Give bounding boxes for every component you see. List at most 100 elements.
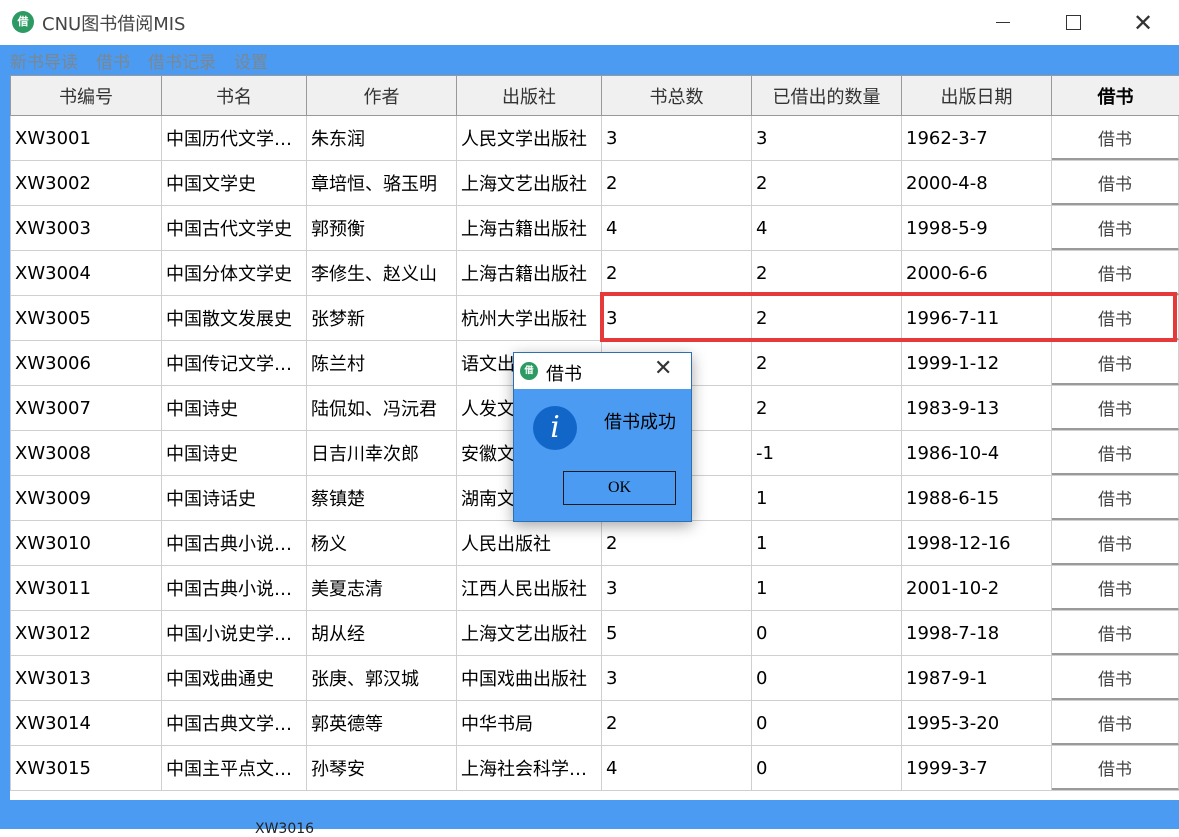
column-header-title[interactable]: 书名 (162, 76, 307, 116)
column-header-borrow[interactable]: 借书 (1052, 76, 1179, 116)
title-cell: 中国散文发展史 (162, 296, 307, 341)
total-cell: 2 (602, 701, 752, 746)
title-cell: 中国小说史学… (162, 611, 307, 656)
title-cell: 中国分体文学史 (162, 251, 307, 296)
table-row[interactable]: XW3012中国小说史学…胡从经上海文艺出版社501998-7-18借书 (11, 611, 1179, 656)
date-cell: 1999-1-12 (902, 341, 1052, 386)
menu-borrow[interactable]: 借书 (96, 48, 130, 73)
borrow-button[interactable]: 借书 (1052, 521, 1179, 565)
menu-bar: 新书导读 借书 借书记录 设置 (0, 45, 1179, 75)
date-cell: 1962-3-7 (902, 116, 1052, 161)
menu-new-books[interactable]: 新书导读 (10, 48, 78, 73)
menu-borrow-records[interactable]: 借书记录 (148, 48, 216, 73)
borrowed-cell: 4 (752, 206, 902, 251)
book-id-cell: XW3006 (11, 341, 162, 386)
borrowed-cell: 0 (752, 656, 902, 701)
borrow-action-cell: 借书 (1052, 656, 1179, 701)
title-cell: 中国古典小说… (162, 566, 307, 611)
bottom-strip (0, 800, 1179, 829)
table-row[interactable]: XW3014中国古典文学…郭英德等中华书局201995-3-20借书 (11, 701, 1179, 746)
borrowed-cell: 2 (752, 386, 902, 431)
window-titlebar: 借 CNU图书借阅MIS ✕ (0, 0, 1179, 45)
author-cell: 胡从经 (307, 611, 457, 656)
borrow-action-cell: 借书 (1052, 341, 1179, 386)
borrow-action-cell: 借书 (1052, 611, 1179, 656)
borrowed-cell: 2 (752, 341, 902, 386)
date-cell: 1998-5-9 (902, 206, 1052, 251)
table-row[interactable]: XW3001中国历代文学…朱东润人民文学出版社331962-3-7借书 (11, 116, 1179, 161)
date-cell: 1995-3-20 (902, 701, 1052, 746)
table-row[interactable]: XW3011中国古典小说…美夏志清江西人民出版社312001-10-2借书 (11, 566, 1179, 611)
table-row[interactable]: XW3002中国文学史章培恒、骆玉明上海文艺出版社222000-4-8借书 (11, 161, 1179, 206)
author-cell: 郭英德等 (307, 701, 457, 746)
table-row[interactable]: XW3015中国主平点文…孙琴安上海社会科学…401999-3-7借书 (11, 746, 1179, 791)
borrow-button[interactable]: 借书 (1052, 341, 1179, 385)
borrow-action-cell: 借书 (1052, 566, 1179, 611)
date-cell: 2001-10-2 (902, 566, 1052, 611)
borrowed-cell: 1 (752, 566, 902, 611)
table-row[interactable]: XW3013中国戏曲通史张庚、郭汉城中国戏曲出版社301987-9-1借书 (11, 656, 1179, 701)
dialog-close-icon[interactable]: ✕ (654, 356, 672, 381)
publisher-cell: 上海古籍出版社 (457, 206, 602, 251)
table-row[interactable]: XW3010中国古典小说…杨义人民出版社211998-12-16借书 (11, 521, 1179, 566)
minimize-button[interactable] (968, 0, 1038, 45)
total-cell: 4 (602, 746, 752, 791)
borrow-action-cell: 借书 (1052, 116, 1179, 161)
borrow-button[interactable]: 借书 (1052, 566, 1179, 610)
author-cell: 张梦新 (307, 296, 457, 341)
menu-settings[interactable]: 设置 (234, 48, 268, 73)
column-header-book-id[interactable]: 书编号 (11, 76, 162, 116)
borrow-button[interactable]: 借书 (1052, 431, 1179, 475)
book-id-cell: XW3009 (11, 476, 162, 521)
column-header-total[interactable]: 书总数 (602, 76, 752, 116)
total-cell: 2 (602, 521, 752, 566)
table-row[interactable]: XW3005中国散文发展史张梦新杭州大学出版社321996-7-11借书 (11, 296, 1179, 341)
borrow-button[interactable]: 借书 (1052, 611, 1179, 655)
table-row[interactable]: XW3003中国古代文学史郭预衡上海古籍出版社441998-5-9借书 (11, 206, 1179, 251)
author-cell: 章培恒、骆玉明 (307, 161, 457, 206)
borrow-action-cell: 借书 (1052, 746, 1179, 791)
borrow-action-cell: 借书 (1052, 521, 1179, 566)
publisher-cell: 江西人民出版社 (457, 566, 602, 611)
publisher-cell: 上海社会科学… (457, 746, 602, 791)
title-cell: 中国传记文学… (162, 341, 307, 386)
borrow-button[interactable]: 借书 (1052, 116, 1179, 160)
borrow-button[interactable]: 借书 (1052, 206, 1179, 250)
borrow-button[interactable]: 借书 (1052, 476, 1179, 520)
borrow-action-cell: 借书 (1052, 701, 1179, 746)
borrow-action-cell: 借书 (1052, 161, 1179, 206)
maximize-button[interactable] (1038, 0, 1108, 45)
date-cell: 1986-10-4 (902, 431, 1052, 476)
table-row[interactable]: XW3004中国分体文学史李修生、赵义山上海古籍出版社222000-6-6借书 (11, 251, 1179, 296)
borrow-action-cell: 借书 (1052, 386, 1179, 431)
borrow-button[interactable]: 借书 (1052, 701, 1179, 745)
column-header-publisher[interactable]: 出版社 (457, 76, 602, 116)
column-header-date[interactable]: 出版日期 (902, 76, 1052, 116)
borrow-button[interactable]: 借书 (1052, 746, 1179, 790)
borrow-button[interactable]: 借书 (1052, 386, 1179, 430)
book-id-cell: XW3013 (11, 656, 162, 701)
borrow-button[interactable]: 借书 (1052, 161, 1179, 205)
publisher-cell: 杭州大学出版社 (457, 296, 602, 341)
maximize-icon (1066, 15, 1081, 30)
date-cell: 1998-7-18 (902, 611, 1052, 656)
close-button[interactable]: ✕ (1108, 0, 1178, 45)
publisher-cell: 中国戏曲出版社 (457, 656, 602, 701)
date-cell: 1996-7-11 (902, 296, 1052, 341)
ok-button[interactable]: OK (563, 471, 676, 505)
total-cell: 2 (602, 161, 752, 206)
borrowed-cell: 3 (752, 116, 902, 161)
book-id-cell: XW3002 (11, 161, 162, 206)
borrow-button[interactable]: 借书 (1052, 296, 1179, 340)
title-cell: 中国主平点文… (162, 746, 307, 791)
date-cell: 1988-6-15 (902, 476, 1052, 521)
publisher-cell: 上海文艺出版社 (457, 161, 602, 206)
title-cell: 中国古代文学史 (162, 206, 307, 251)
borrow-action-cell: 借书 (1052, 251, 1179, 296)
column-header-borrowed[interactable]: 已借出的数量 (752, 76, 902, 116)
column-header-author[interactable]: 作者 (307, 76, 457, 116)
borrow-button[interactable]: 借书 (1052, 251, 1179, 295)
title-cell: 中国诗史 (162, 431, 307, 476)
book-id-cell: XW3015 (11, 746, 162, 791)
borrow-button[interactable]: 借书 (1052, 656, 1179, 700)
